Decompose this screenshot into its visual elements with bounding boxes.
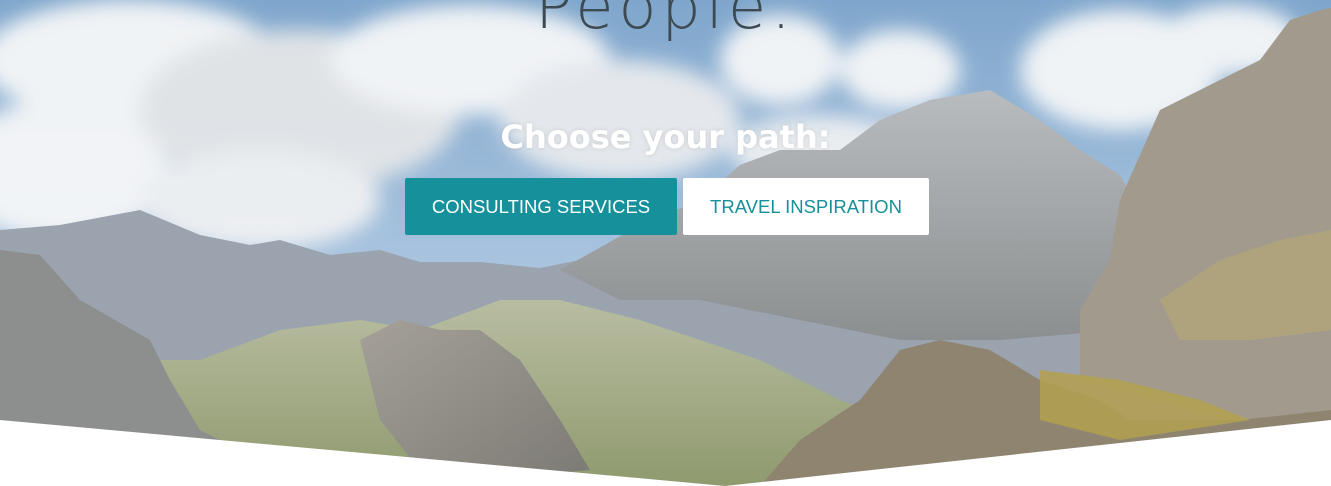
hero-headline: People. <box>535 0 796 43</box>
choose-path-text: Choose your path: <box>500 118 831 156</box>
mountain-landscape-image <box>0 0 1331 486</box>
consulting-services-button[interactable]: CONSULTING SERVICES <box>405 178 677 235</box>
hero-section: People. Choose your path: CONSULTING SER… <box>0 0 1331 486</box>
travel-inspiration-button[interactable]: TRAVEL INSPIRATION <box>683 178 929 235</box>
